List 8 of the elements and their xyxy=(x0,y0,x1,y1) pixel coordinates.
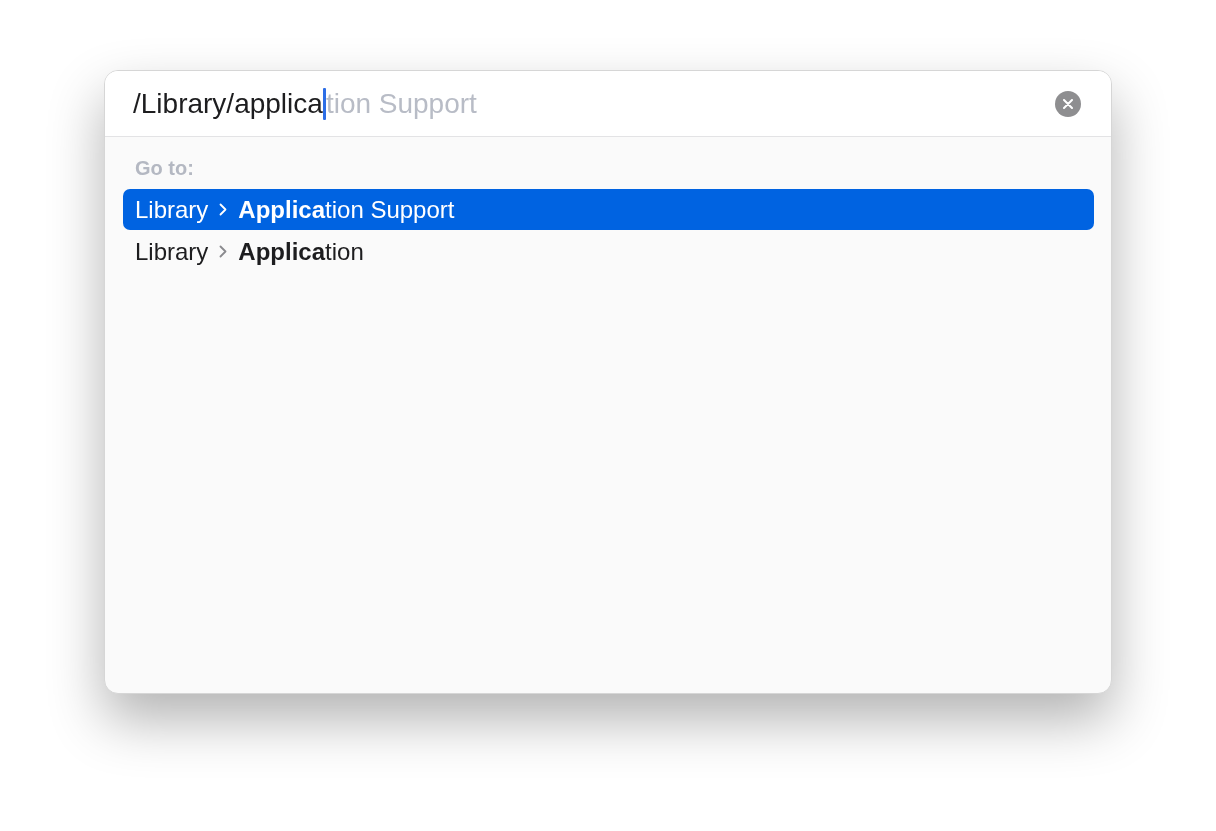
chevron-icon xyxy=(219,245,228,258)
clear-button[interactable] xyxy=(1055,90,1081,117)
folder-suggestion[interactable]: Library Application xyxy=(123,231,1094,272)
chevron-icon xyxy=(219,203,228,216)
section-label: Go to: xyxy=(135,157,194,179)
text-cursor-icon xyxy=(322,87,326,120)
close-icon xyxy=(1063,98,1073,109)
folder-suggestion[interactable]: Library Application Support xyxy=(123,189,1094,230)
